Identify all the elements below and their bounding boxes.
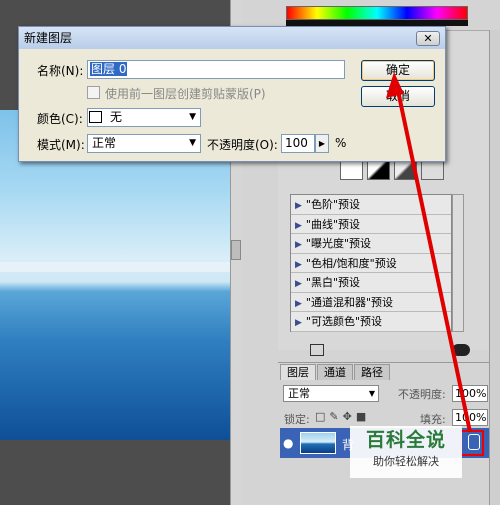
preset-item[interactable]: ▶ "通道混和器"预设: [291, 293, 451, 312]
opacity-input[interactable]: 100: [281, 134, 315, 153]
preset-item[interactable]: ▶ "色阶"预设: [291, 195, 451, 215]
color-select-value: 无: [110, 110, 123, 124]
layer-thumbnail[interactable]: [300, 432, 336, 454]
close-button[interactable]: ✕: [416, 31, 440, 46]
mode-select-value: 正常: [92, 136, 117, 150]
fill-label: 填充:: [420, 413, 446, 426]
tab-layers[interactable]: 图层: [280, 364, 316, 380]
blend-mode-select[interactable]: 正常: [283, 385, 379, 402]
dialog-title: 新建图层: [19, 27, 445, 49]
annotation-highlight-box: [460, 430, 484, 456]
panel-scrollbar[interactable]: [489, 30, 500, 505]
canvas-horizon: [0, 262, 230, 272]
color-select[interactable]: 无 ▼: [87, 108, 201, 127]
tab-paths[interactable]: 路径: [354, 364, 390, 380]
cancel-button[interactable]: 取消: [361, 86, 435, 107]
preset-item[interactable]: ▶ "黑白"预设: [291, 273, 451, 293]
color-spectrum[interactable]: [286, 6, 468, 20]
lock-brush-icon[interactable]: ✎: [329, 410, 342, 423]
preset-item[interactable]: ▶ "色相/饱和度"预设: [291, 254, 451, 273]
preset-list: ▶ "色阶"预设 ▶ "曲线"预设 ▶ "曝光度"预设 ▶ "色相/饱和度"预设 ▶ "黑…: [290, 194, 452, 332]
expand-arrow-icon: ▶: [295, 201, 302, 211]
expand-arrow-icon: ▶: [295, 259, 302, 270]
clip-mask-label: 使用前一图层创建剪贴蒙版(P): [105, 87, 266, 101]
ok-button[interactable]: 确定: [361, 60, 435, 81]
mode-label: 模式(M):: [37, 138, 85, 152]
lock-icons: □✎✥■: [315, 410, 370, 423]
tab-channels[interactable]: 通道: [317, 364, 353, 380]
opacity-label: 不透明度(O):: [207, 138, 278, 152]
lock-transparency-icon[interactable]: □: [315, 410, 329, 423]
chevron-down-icon: ▼: [189, 112, 196, 122]
watermark-subtitle: 助你轻松解决: [373, 455, 439, 468]
expand-arrow-icon: ▶: [295, 240, 302, 250]
lock-all-icon[interactable]: ■: [356, 410, 370, 423]
canvas-scroll-thumb[interactable]: [231, 240, 241, 260]
eye-icon[interactable]: ●: [283, 436, 293, 450]
preset-scrollbar[interactable]: [452, 194, 464, 332]
color-label: 颜色(C):: [37, 112, 83, 126]
layer-opacity-input[interactable]: 100%: [452, 385, 488, 402]
expand-arrow-icon: ▶: [295, 220, 302, 231]
mode-select[interactable]: 正常 ▼: [87, 134, 201, 153]
chevron-down-icon: ▼: [189, 138, 196, 148]
watermark-title: 百科全说: [365, 429, 446, 451]
preset-item[interactable]: ▶ "可选颜色"预设: [291, 312, 451, 332]
percent-sign: %: [335, 136, 347, 150]
name-label: 名称(N):: [37, 64, 84, 78]
name-input-value: 图层 0: [90, 62, 128, 76]
layer-opacity-label: 不透明度:: [398, 388, 446, 401]
expand-arrow-icon: ▶: [295, 279, 302, 289]
fill-input[interactable]: 100%: [452, 409, 488, 426]
toggle-visibility-icon[interactable]: [452, 344, 470, 356]
return-icon[interactable]: [310, 344, 324, 356]
clip-mask-checkbox[interactable]: [87, 86, 100, 99]
color-swatch: [89, 111, 102, 123]
watermark: 百科全说 助你轻松解决: [350, 426, 462, 478]
lock-move-icon[interactable]: ✥: [343, 410, 356, 423]
lock-label: 锁定:: [284, 413, 310, 426]
preset-item[interactable]: ▶ "曲线"预设: [291, 215, 451, 234]
expand-arrow-icon: ▶: [295, 318, 302, 328]
layers-tabs: 图层 通道 路径: [280, 364, 391, 380]
expand-arrow-icon: ▶: [295, 298, 302, 309]
preset-item[interactable]: ▶ "曝光度"预设: [291, 234, 451, 254]
new-layer-dialog: 新建图层 ✕ 名称(N): 图层 0 使用前一图层创建剪贴蒙版(P) 颜色(C)…: [18, 26, 446, 162]
opacity-stepper[interactable]: ▶: [315, 134, 329, 153]
layer-name-input[interactable]: 图层 0: [87, 60, 345, 79]
